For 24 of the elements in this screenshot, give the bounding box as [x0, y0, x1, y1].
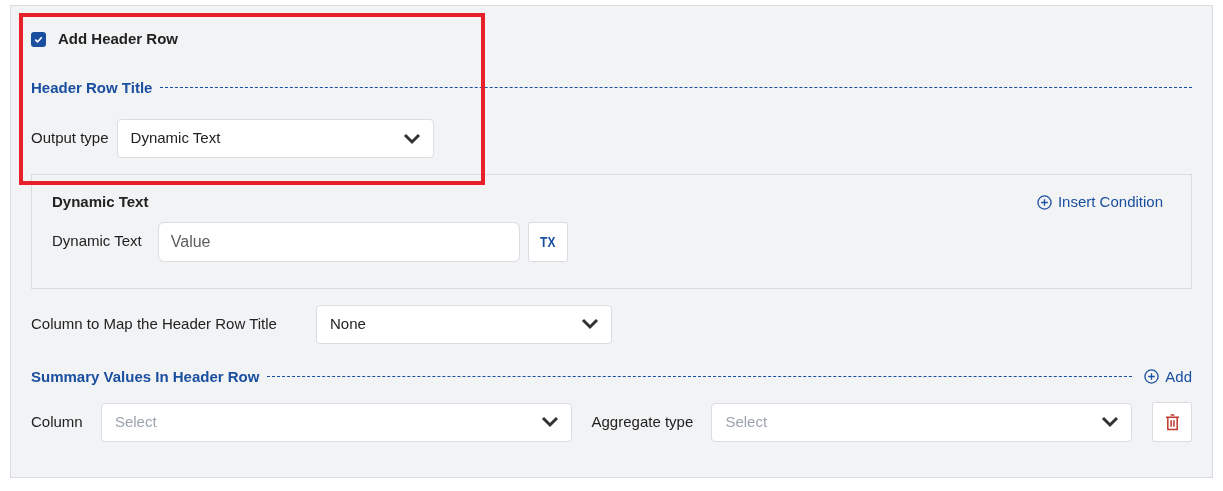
section-title: Summary Values In Header Row [31, 366, 260, 387]
output-type-select[interactable]: Dynamic Text [116, 119, 434, 158]
field-label: Aggregate type [591, 411, 695, 432]
add-link[interactable]: Add [1144, 365, 1192, 388]
format-button[interactable]: TX [527, 221, 568, 262]
chevron-icon [540, 416, 559, 428]
text-input[interactable]: Value [157, 221, 520, 262]
chevron-icon [402, 132, 421, 145]
plus-circle-icon [1144, 369, 1160, 385]
checkbox[interactable] [31, 31, 46, 47]
checkbox-label: Add Header Row [58, 29, 178, 49]
chevron-icon [1101, 416, 1120, 428]
delete-button[interactable] [1152, 402, 1192, 442]
insert-condition-link[interactable]: Insert Condition [1036, 191, 1163, 214]
column-map-select[interactable]: None [316, 304, 612, 344]
field-label: Output type [31, 128, 109, 149]
chevron-icon [581, 318, 599, 330]
card-title: Dynamic Text [52, 192, 149, 212]
field-label: Dynamic Text [52, 231, 142, 252]
plus-circle-icon [1036, 194, 1052, 210]
section-title: Header Row Title [31, 77, 153, 98]
field-label: Column to Map the Header Row Title [31, 313, 278, 334]
trash-icon [1164, 413, 1180, 431]
field-label: Column [31, 411, 84, 432]
